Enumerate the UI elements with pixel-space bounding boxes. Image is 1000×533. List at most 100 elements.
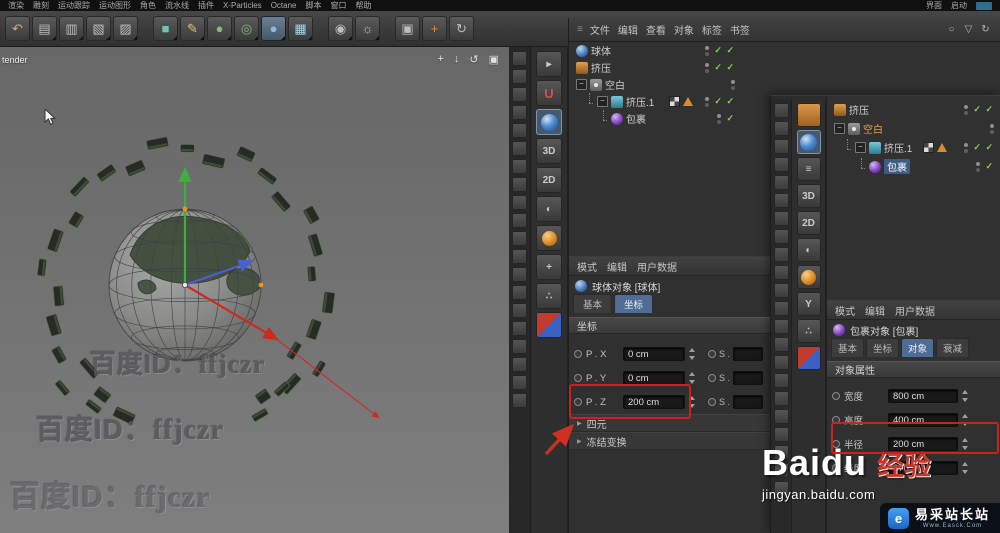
axis-lock-icon[interactable]: + [422, 16, 447, 41]
instance-icon[interactable] [773, 391, 789, 406]
menu-item[interactable]: 渲染 [8, 0, 24, 11]
spline-ngon-icon[interactable] [773, 175, 789, 190]
filter-icon[interactable]: ▽ [962, 23, 975, 36]
array-icon[interactable] [773, 373, 789, 388]
timeline-clock-icon[interactable]: ◐ [536, 196, 562, 222]
xyz-lock-icon[interactable]: ∴ [796, 319, 821, 343]
menu-item[interactable]: 流水线 [165, 0, 189, 11]
tab-coordinates[interactable]: 坐标 [866, 338, 900, 357]
menu-item[interactable]: 插件 [198, 0, 214, 11]
object-row-extrude-1[interactable]: 挤压.1 ✓ ✓ [569, 92, 741, 110]
boole-icon[interactable] [773, 337, 789, 352]
render-view-icon[interactable]: ▣ [395, 16, 420, 41]
spline-text-icon[interactable] [773, 229, 789, 244]
pan-view-icon[interactable]: + [437, 53, 443, 66]
visibility-dots-icon[interactable] [731, 79, 735, 84]
phong-tag-icon[interactable] [937, 143, 948, 152]
cube-tool-icon[interactable] [796, 103, 821, 127]
symmetry-icon[interactable] [512, 303, 527, 318]
attr-menu-item[interactable]: 用户数据 [637, 259, 677, 274]
tab-basic[interactable]: 基本 [831, 338, 865, 357]
enabled-check-icon[interactable]: ✓ ✓ [973, 142, 994, 153]
record-circle-icon[interactable] [708, 374, 716, 382]
scale-x-input[interactable] [733, 347, 764, 361]
mode-3d-icon[interactable]: 3D [796, 184, 821, 208]
menu-item[interactable]: X-Particles [223, 1, 262, 10]
sweep-nurbs-icon[interactable] [773, 301, 789, 316]
scale-y-input[interactable] [733, 371, 764, 385]
object-row-wrap[interactable]: 包裹 ✓ [827, 157, 1000, 176]
enabled-check-icon[interactable]: ✓ ✓ [714, 62, 735, 73]
collapse-expander-icon[interactable] [834, 123, 845, 134]
visibility-dots-icon[interactable] [990, 123, 994, 128]
menu-item[interactable]: 雕刻 [33, 0, 49, 11]
spline-helix-icon[interactable] [773, 157, 789, 172]
spline-ngon-icon[interactable] [512, 123, 527, 138]
om-menu-item[interactable]: 文件 [590, 22, 610, 37]
zoom-view-icon[interactable]: ↓ [454, 53, 460, 66]
world-axis-icon[interactable] [536, 109, 562, 135]
handle-dot[interactable] [258, 282, 264, 288]
key-record-icon[interactable] [796, 265, 821, 289]
world-axis-icon[interactable] [796, 130, 821, 154]
om-menu-item[interactable]: 标签 [702, 22, 722, 37]
menu-item[interactable]: 脚本 [305, 0, 321, 11]
menu-item[interactable]: 角色 [140, 0, 156, 11]
light-icon[interactable]: ☼ [355, 16, 380, 41]
position-y-input[interactable]: 0 cm [623, 371, 685, 385]
spline-rect-icon[interactable] [512, 141, 527, 156]
rotate-tool-icon[interactable]: ▨ [113, 16, 138, 41]
texture-tag-icon[interactable] [923, 142, 935, 153]
enabled-check-icon[interactable]: ✓ ✓ [973, 104, 994, 115]
visibility-dots-icon[interactable] [964, 142, 969, 147]
record-circle-icon[interactable] [574, 374, 582, 382]
phong-tag-icon[interactable] [683, 97, 694, 106]
visibility-dots-icon[interactable] [717, 113, 722, 118]
record-circle-icon[interactable] [832, 392, 840, 400]
connect-icon[interactable] [773, 427, 789, 442]
stepper-icon[interactable] [962, 461, 969, 475]
spline-rect-icon[interactable] [773, 193, 789, 208]
python-icon[interactable] [512, 393, 527, 408]
texture-paint-icon[interactable] [536, 312, 562, 338]
attr-menu-item[interactable]: 用户数据 [895, 303, 935, 318]
visibility-dots-icon[interactable] [705, 62, 710, 67]
bezier-nurbs-icon[interactable] [512, 267, 527, 282]
metaball-icon[interactable] [773, 409, 789, 424]
metaball-icon[interactable] [512, 357, 527, 372]
xyz-lock-icon[interactable]: ∴ [536, 283, 562, 309]
instance-icon[interactable] [512, 339, 527, 354]
menu-item[interactable]: Octane [271, 1, 297, 10]
tab-object[interactable]: 对象 [901, 338, 935, 357]
spline-arc-icon[interactable] [773, 121, 789, 136]
object-row-wrap[interactable]: 包裹 ✓ [569, 109, 741, 127]
extrude-nurbs-icon[interactable] [512, 195, 527, 210]
extrude-nurbs-icon[interactable] [773, 247, 789, 262]
menu-item[interactable]: 窗口 [330, 0, 346, 11]
menu-item[interactable]: 帮助 [355, 0, 371, 11]
stepper-icon[interactable] [689, 347, 696, 361]
spline-circle-icon[interactable] [512, 87, 527, 102]
tab-coordinates[interactable]: 坐标 [614, 294, 654, 313]
refresh-icon[interactable]: ↻ [979, 23, 992, 36]
loft-nurbs-icon[interactable] [512, 231, 527, 246]
symmetry-icon[interactable] [773, 355, 789, 370]
object-row-extrude-1[interactable]: 挤压.1 ✓ ✓ [827, 138, 1000, 157]
enabled-check-icon[interactable]: ✓ [985, 161, 994, 172]
enabled-check-icon[interactable]: ✓ ✓ [714, 45, 735, 56]
fold-freeze-transform[interactable]: 冻结变换 [569, 432, 771, 450]
dots-grid-icon[interactable]: ≡ [796, 157, 821, 181]
cube-primitive-icon[interactable]: ■ [153, 16, 178, 41]
spline-star-icon[interactable] [773, 211, 789, 226]
pen-spline-icon[interactable]: ✎ [180, 16, 205, 41]
connect-icon[interactable] [512, 375, 527, 390]
mode-3d-icon[interactable]: 3D [536, 138, 562, 164]
spline-helix-icon[interactable] [512, 105, 527, 120]
record-circle-icon[interactable] [708, 398, 716, 406]
spline-text-icon[interactable] [512, 177, 527, 192]
floor-object-icon[interactable]: ▦ [288, 16, 313, 41]
toggle-view-icon[interactable]: ▣ [489, 53, 499, 66]
deformer-icon[interactable]: ● [261, 16, 286, 41]
viewport[interactable]: tender + ↓ ↺ ▣ 百度ID：ffjczr 百度ID：ffjczr 百… [0, 47, 509, 533]
menu-item[interactable]: 运动图形 [99, 0, 131, 11]
